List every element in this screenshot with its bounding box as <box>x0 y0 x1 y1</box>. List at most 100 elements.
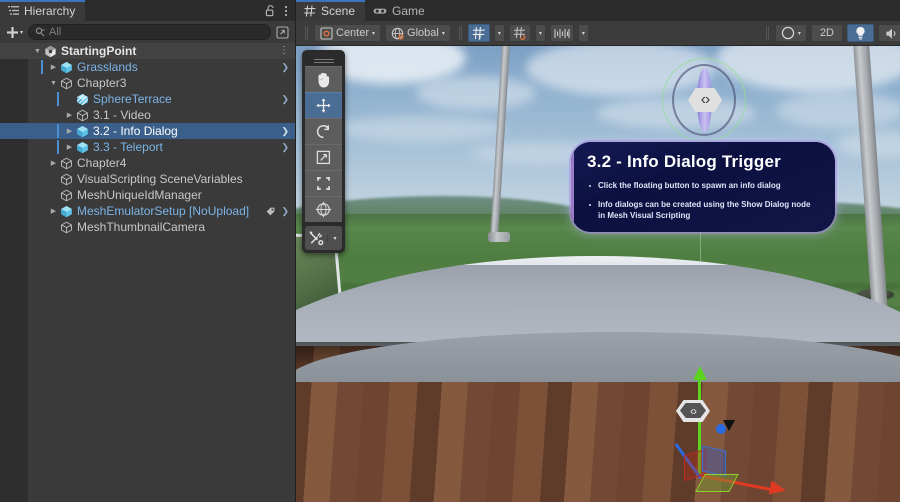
open-prefab-chevron-icon[interactable]: ❯ <box>281 142 289 153</box>
bullet-text: Click the floating button to spawn an in… <box>598 180 781 191</box>
scene-tab-strip: Scene Game <box>296 0 900 21</box>
tab-hierarchy[interactable]: Hierarchy <box>0 0 85 21</box>
search-input[interactable]: All <box>28 24 271 40</box>
info-dialog-panel[interactable]: 3.2 - Info Dialog Trigger Click the floa… <box>571 142 835 232</box>
disclosure-triangle-collapsed[interactable]: ▶ <box>64 139 75 155</box>
dialog-title: 3.2 - Info Dialog Trigger <box>571 142 835 172</box>
move-gizmo[interactable]: ‹› <box>666 366 796 496</box>
rotate-tool-icon[interactable] <box>305 118 342 144</box>
hierarchy-row-label: 3.2 - Info Dialog <box>90 124 178 138</box>
open-prefab-chevron-icon[interactable]: ❯ <box>281 62 289 73</box>
gizmo-arrow-z[interactable] <box>723 420 735 431</box>
disclosure-triangle-expanded[interactable]: ▼ <box>32 43 43 59</box>
tab-game-label: Game <box>392 4 425 18</box>
add-gameobject-button[interactable]: ▾ <box>4 24 25 41</box>
hierarchy-row[interactable]: ▼ Chapter3 <box>0 75 295 91</box>
grid-snap-toggle[interactable]: y <box>468 24 490 42</box>
gizmo-arrow-x[interactable] <box>769 481 787 498</box>
hierarchy-row[interactable]: ▶ VisualScripting SceneVariables <box>0 171 295 187</box>
grid-visibility-toggle[interactable] <box>509 24 531 42</box>
prefab-overrides-tag-icon[interactable] <box>265 206 276 217</box>
hierarchy-row[interactable]: ▶ 3.1 - Video <box>0 107 295 123</box>
gameobject-cube-icon <box>59 219 74 235</box>
disclosure-triangle-collapsed[interactable]: ▶ <box>48 203 59 219</box>
view-2d-toggle[interactable]: 2D <box>811 24 843 42</box>
open-prefab-chevron-icon[interactable]: ❯ <box>281 206 289 217</box>
rect-tool-icon[interactable] <box>305 170 342 196</box>
prefab-instance-bar <box>57 140 59 154</box>
lighting-toggle[interactable] <box>847 24 874 42</box>
pivot-mode-button[interactable]: Center ▾ <box>314 24 381 42</box>
bullet-dot <box>589 185 591 187</box>
chevron-down-icon: ▾ <box>442 30 445 37</box>
toolbar-divider-3 <box>766 26 767 40</box>
shading-sphere-icon <box>781 26 795 40</box>
hierarchy-toolbar: ▾ All <box>0 21 295 43</box>
gameobject-cube-icon <box>59 75 74 91</box>
disclosure-triangle-collapsed[interactable]: ▶ <box>48 155 59 171</box>
open-prefab-chevron-icon[interactable]: ❯ <box>281 126 289 137</box>
tab-game[interactable]: Game <box>365 0 435 21</box>
disclosure-triangle-collapsed[interactable]: ▶ <box>64 123 75 139</box>
hierarchy-row[interactable]: ▼ StartingPoint⋮ <box>0 43 295 59</box>
prefab-cube-icon <box>59 59 74 75</box>
external-pick-icon[interactable] <box>274 24 291 41</box>
scale-tool-icon[interactable] <box>305 144 342 170</box>
gizmo-plane-xy[interactable] <box>702 445 726 476</box>
hierarchy-row[interactable]: ▶ MeshEmulatorSetup [NoUpload] ❯ <box>0 203 295 219</box>
hierarchy-tab-strip: Hierarchy <box>0 0 295 21</box>
transform-tool-icon[interactable] <box>305 196 342 222</box>
drag-handle-icon[interactable] <box>305 53 342 66</box>
tab-scene[interactable]: Scene <box>296 0 365 21</box>
open-prefab-chevron-icon[interactable]: ❯ <box>281 94 289 105</box>
kebab-menu-icon[interactable] <box>284 5 288 17</box>
diamond-chevrons-glyph: ‹› <box>682 401 704 420</box>
lock-open-icon[interactable] <box>265 5 276 17</box>
gamepad-icon <box>373 6 387 16</box>
hierarchy-row[interactable]: ▶ MeshThumbnailCamera <box>0 219 295 235</box>
hierarchy-row-label: SphereTerrace <box>90 92 172 106</box>
tab-scene-label: Scene <box>321 4 355 18</box>
disclosure-triangle-collapsed[interactable]: ▶ <box>64 107 75 123</box>
hierarchy-row-label: MeshEmulatorSetup [NoUpload] <box>74 204 249 218</box>
cloud <box>776 92 900 128</box>
render-mode-button[interactable]: ▾ <box>775 24 807 42</box>
hand-pan-tool-icon[interactable] <box>305 66 342 92</box>
hierarchy-tree[interactable]: ▼ StartingPoint⋮▶ Grasslands❯▼ Chapter3▶… <box>0 43 295 502</box>
snap-increment-button[interactable] <box>550 24 574 42</box>
kebab-menu-icon[interactable]: ⋮ <box>279 47 289 55</box>
chevron-down-icon: ▾ <box>582 30 585 37</box>
handle-space-button[interactable]: Global ▾ <box>385 24 451 42</box>
speaker-icon <box>885 27 898 40</box>
hierarchy-row[interactable]: ▶ Grasslands❯ <box>0 59 295 75</box>
gizmo-arrow-y[interactable] <box>693 366 707 380</box>
floating-button-gizmo[interactable]: ‹› <box>662 58 746 142</box>
grid-snap-dropdown[interactable]: ▾ <box>494 24 505 42</box>
chevron-down-icon[interactable]: ▾ <box>327 235 342 242</box>
scene-grid-icon <box>304 5 316 17</box>
move-tool-icon[interactable] <box>305 92 342 118</box>
prefab-cube-icon <box>75 123 90 139</box>
snap-increment-dropdown[interactable]: ▾ <box>578 24 589 42</box>
hierarchy-row[interactable]: ▶ MeshUniqueIdManager <box>0 187 295 203</box>
unity-editor-window: Hierarchy <box>0 0 900 502</box>
scene-viewport[interactable]: ‹› 3.2 - Info Dialog Trigger Click the f… <box>296 46 900 502</box>
hierarchy-panel: Hierarchy <box>0 0 296 502</box>
disclosure-triangle-expanded[interactable]: ▼ <box>48 75 59 91</box>
hierarchy-row-selected[interactable]: ▶ 3.2 - Info Dialog ❯ <box>0 123 295 139</box>
list-item: Info dialogs can be created using the Sh… <box>589 199 819 221</box>
custom-tool-button[interactable]: ▾ <box>305 226 342 250</box>
pivot-center-icon <box>320 27 333 40</box>
tab-hierarchy-label: Hierarchy <box>24 4 75 18</box>
scene-toolbar: Center ▾ Global ▾ <box>296 21 900 46</box>
hierarchy-row[interactable]: ▶ 3.3 - Teleport❯ <box>0 139 295 155</box>
grid-plane-icon <box>513 26 527 40</box>
hierarchy-row[interactable]: ▶ SphereTerrace❯ <box>0 91 295 107</box>
toolbar-divider-2 <box>459 26 460 40</box>
chevron-down-icon: ▾ <box>20 29 23 36</box>
hierarchy-row[interactable]: ▶ Chapter4 <box>0 155 295 171</box>
audio-toggle[interactable] <box>878 24 900 42</box>
grid-visibility-dropdown[interactable]: ▾ <box>535 24 546 42</box>
disclosure-triangle-collapsed[interactable]: ▶ <box>48 59 59 75</box>
prefab-cube-icon <box>75 139 90 155</box>
